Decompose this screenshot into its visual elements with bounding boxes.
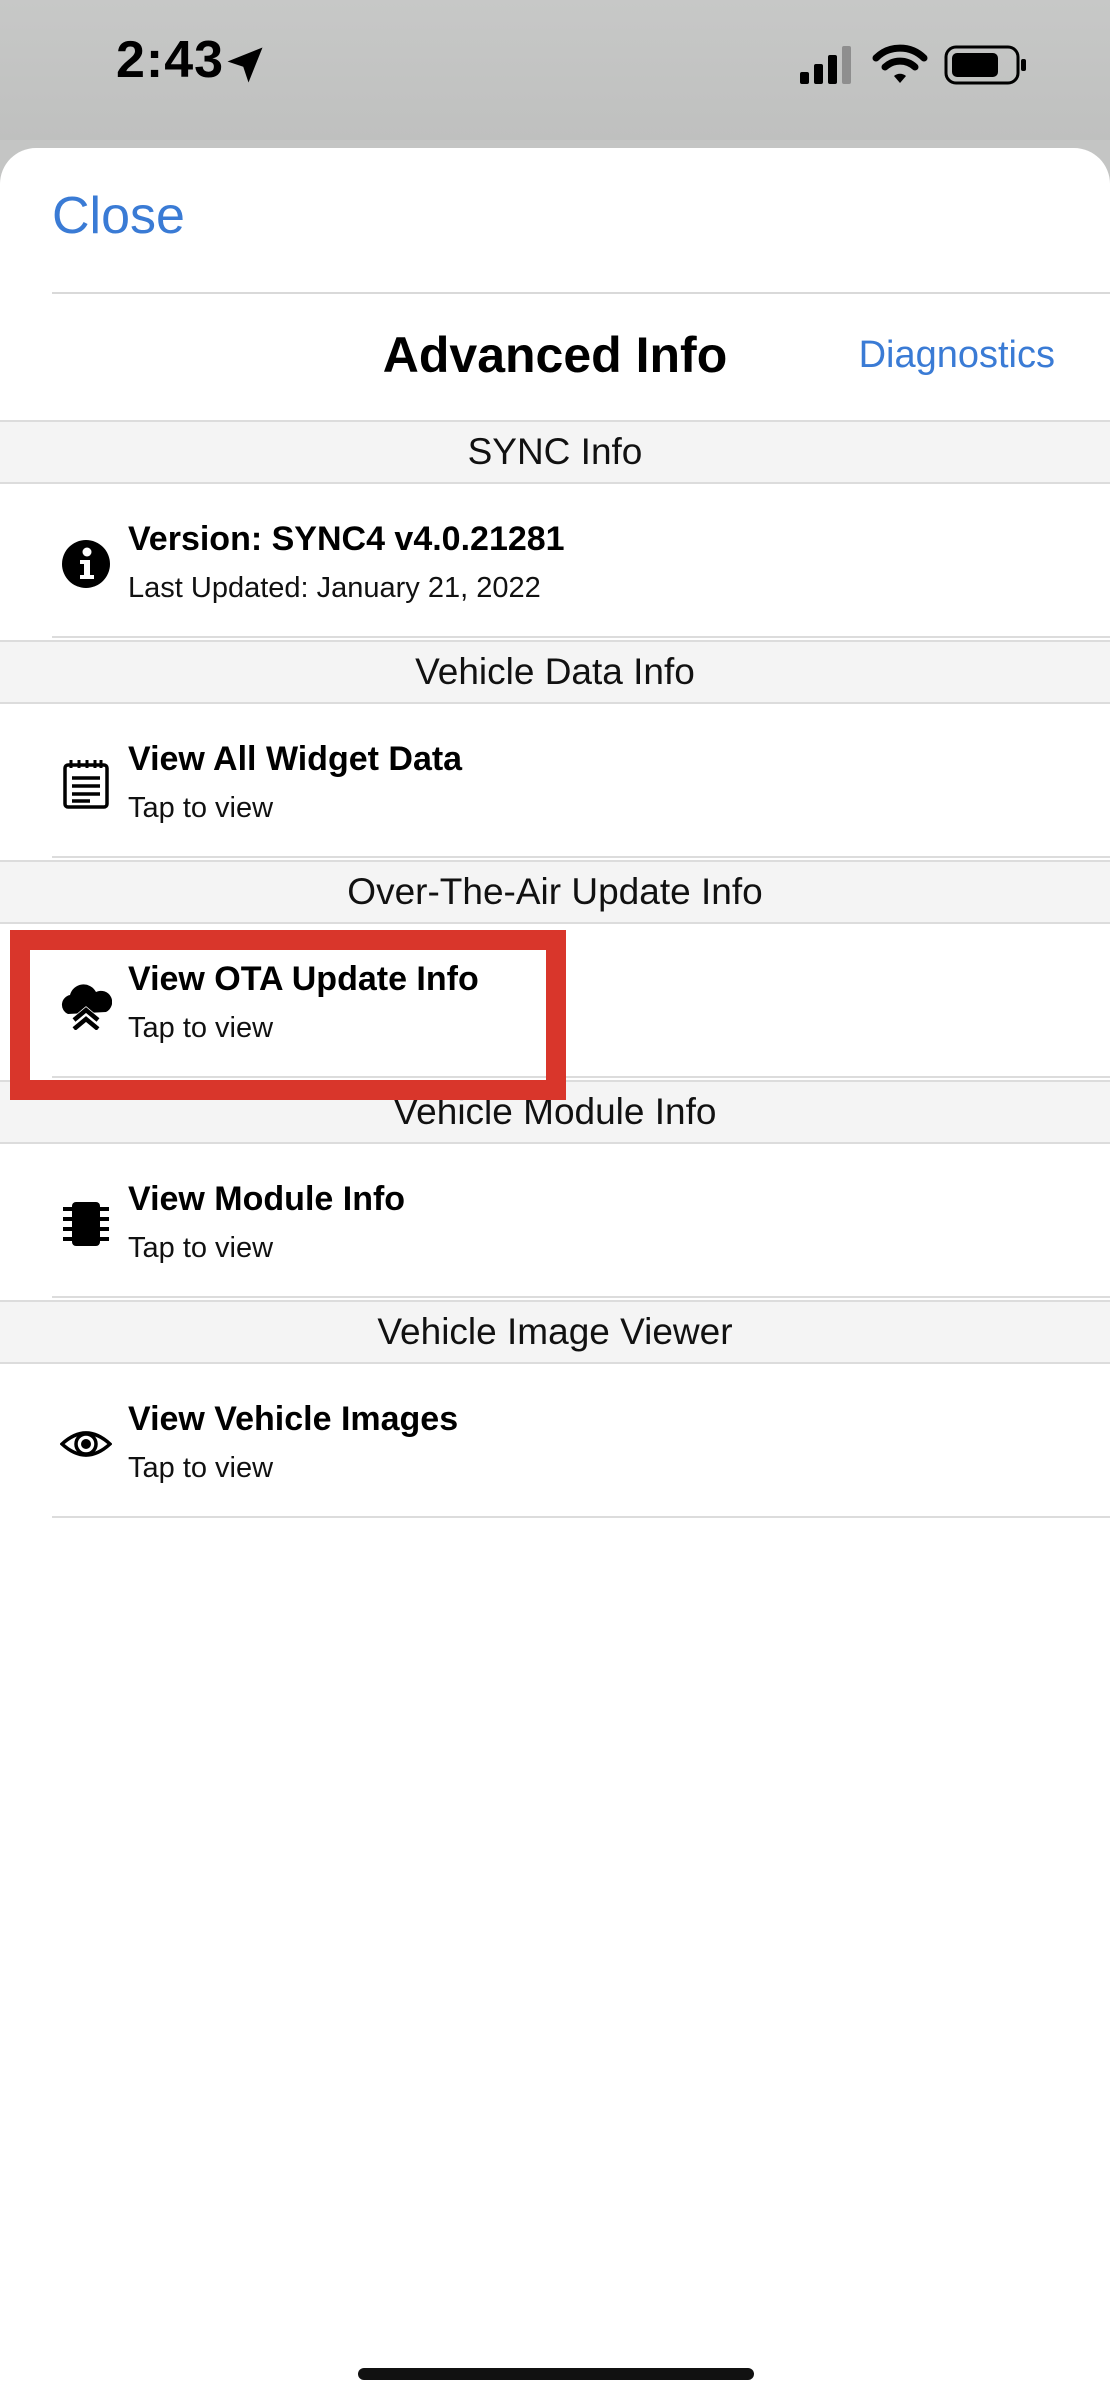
home-indicator [358,2368,754,2380]
row-title: View Vehicle Images [128,1400,459,1438]
cloud-upload-icon [61,984,112,1030]
cellular-signal-icon [800,46,851,84]
row-subtitle: Tap to view [128,1452,274,1484]
row-subtitle: Tap to view [128,1012,274,1044]
close-button[interactable]: Close [52,186,185,246]
row-view-module-info[interactable]: View Module Info Tap to view [52,1144,1110,1298]
row-title: View All Widget Data [128,740,463,778]
battery-icon [944,45,1026,85]
wifi-icon [872,44,928,83]
row-title: View OTA Update Info [128,960,479,998]
section-header-vehicle-image-viewer: Vehicle Image Viewer [0,1300,1110,1364]
advanced-info-sheet: Close Advanced Info Diagnostics SYNC Inf… [0,148,1110,2400]
row-view-all-widget-data[interactable]: View All Widget Data Tap to view [52,704,1110,858]
chip-icon [63,1202,109,1246]
location-arrow-icon [227,47,263,83]
divider [52,292,1110,294]
section-header-vehicle-module-info: Vehicle Module Info [0,1080,1110,1144]
row-subtitle: Tap to view [128,1232,274,1264]
eye-icon [60,1431,112,1457]
status-time: 2:43 [116,31,225,89]
info-icon [62,540,110,588]
row-title: View Module Info [128,1180,406,1218]
section-header-ota-update-info: Over-The-Air Update Info [0,860,1110,924]
row-view-vehicle-images[interactable]: View Vehicle Images Tap to view [52,1364,1110,1518]
diagnostics-button[interactable]: Diagnostics [859,334,1055,377]
row-subtitle: Tap to view [128,792,274,824]
notepad-icon [63,760,109,809]
row-title: Version: SYNC4 v4.0.21281 [128,520,565,558]
row-sync-version[interactable]: Version: SYNC4 v4.0.21281 Last Updated: … [52,484,1110,638]
row-view-ota-update-info[interactable]: View OTA Update Info Tap to view [52,924,1110,1078]
section-header-vehicle-data-info: Vehicle Data Info [0,640,1110,704]
section-header-sync-info: SYNC Info [0,420,1110,484]
status-bar: 2:43 [0,0,1110,140]
row-subtitle: Last Updated: January 21, 2022 [128,572,541,604]
